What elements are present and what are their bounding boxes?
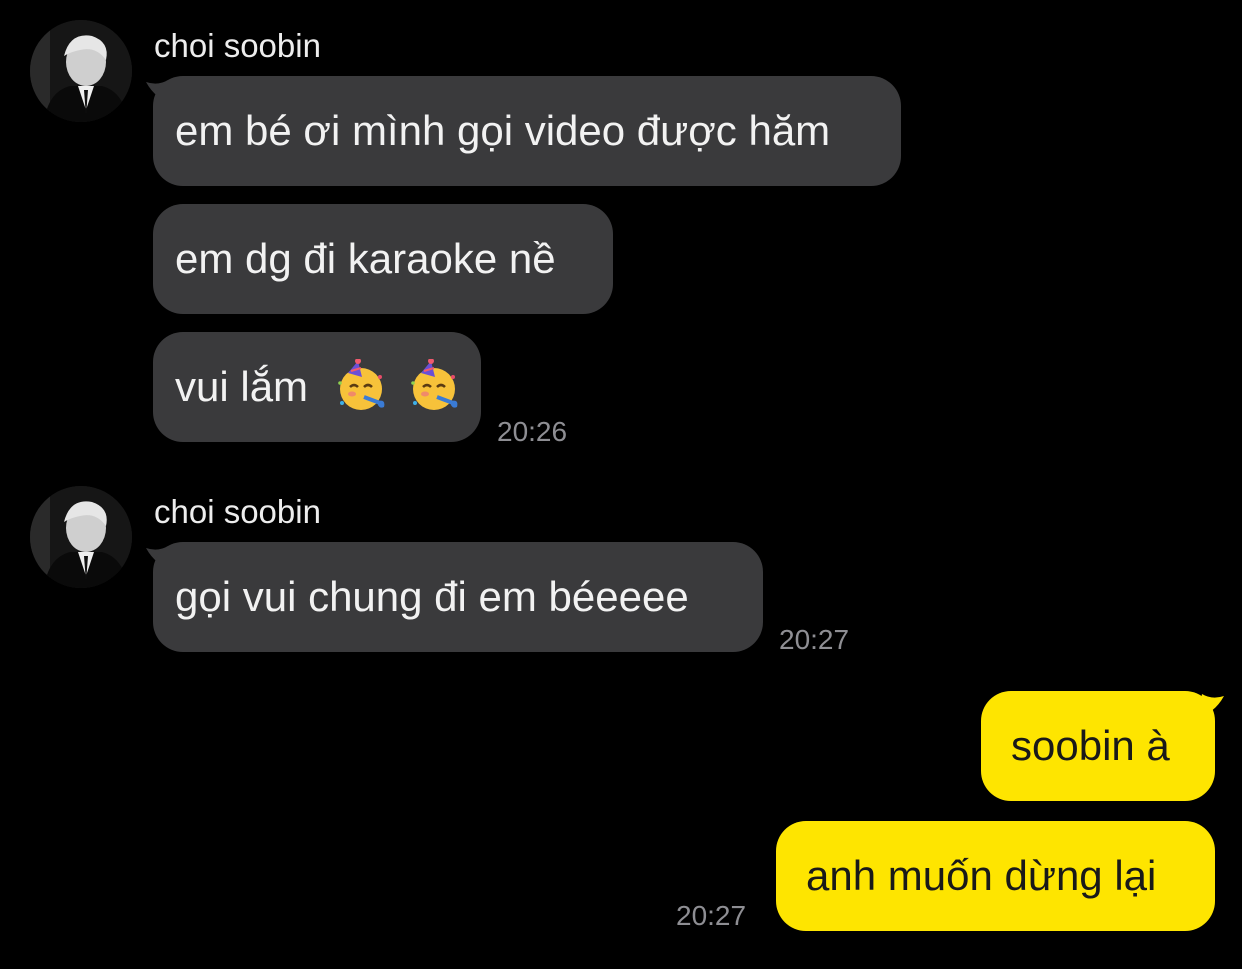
partying-face-emoji bbox=[407, 358, 461, 413]
message-text: em dg đi karaoke nề bbox=[175, 235, 556, 282]
message-bubble[interactable]: vui lắm bbox=[153, 332, 481, 442]
chat-thread: choi soobin em bé ơi mình gọi video được… bbox=[0, 0, 1242, 969]
message-text: soobin à bbox=[1011, 722, 1170, 769]
message-bubble[interactable]: gọi vui chung đi em béeeee bbox=[153, 542, 763, 652]
avatar[interactable] bbox=[30, 20, 132, 122]
message-bubble[interactable]: em bé ơi mình gọi video được hăm bbox=[153, 76, 901, 186]
message-text: vui lắm bbox=[175, 363, 309, 410]
message-bubble[interactable]: anh muốn dừng lại bbox=[776, 821, 1215, 931]
message-bubble[interactable]: em dg đi karaoke nề bbox=[153, 204, 613, 314]
message-timestamp: 20:27 bbox=[676, 900, 747, 931]
message-text: gọi vui chung đi em béeeee bbox=[175, 573, 689, 620]
message-timestamp: 20:27 bbox=[779, 624, 850, 655]
sender-name: choi soobin bbox=[154, 493, 321, 530]
message-timestamp: 20:26 bbox=[497, 416, 568, 447]
message-text: anh muốn dừng lại bbox=[806, 852, 1157, 899]
avatar[interactable] bbox=[30, 486, 132, 588]
message-bubble[interactable]: soobin à bbox=[981, 691, 1215, 801]
sender-name: choi soobin bbox=[154, 27, 321, 64]
partying-face-emoji bbox=[334, 358, 388, 413]
message-text: em bé ơi mình gọi video được hăm bbox=[175, 107, 831, 154]
